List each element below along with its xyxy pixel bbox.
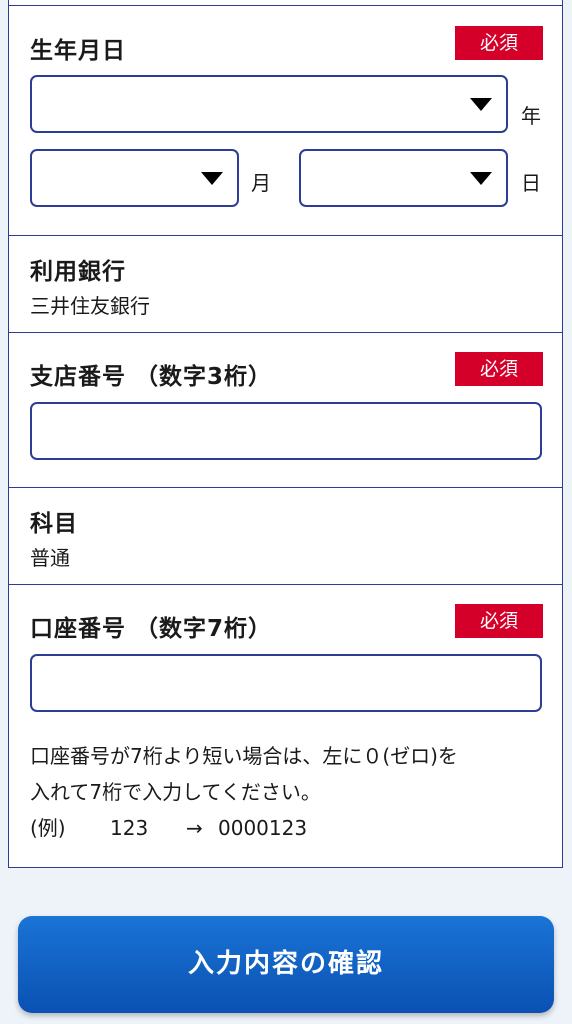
account-type-section: 科目 普通: [9, 487, 562, 584]
account-number-note-line1: 口座番号が7桁より短い場合は、左に０(ゼロ)を: [30, 744, 458, 768]
example-arrow: →: [186, 816, 203, 840]
birthdate-label: 生年月日: [30, 38, 126, 64]
birth-year-select[interactable]: [30, 75, 508, 133]
account-number-note-line2: 入れて7桁で入力してください。: [30, 780, 321, 804]
birth-day-select[interactable]: [299, 149, 508, 207]
day-unit-label: 日: [521, 171, 541, 195]
branch-section: 支店番号 （数字3桁） 必須: [9, 332, 562, 487]
bank-section: 利用銀行 三井住友銀行: [9, 235, 562, 332]
bank-value: 三井住友銀行: [30, 294, 150, 318]
chevron-down-icon: [470, 172, 492, 185]
birthdate-required-badge: 必須: [455, 26, 543, 60]
account-number-required-badge: 必須: [455, 604, 543, 638]
year-unit-label: 年: [521, 104, 541, 128]
branch-number-input[interactable]: [30, 402, 542, 460]
example-value: 123: [110, 816, 149, 840]
bank-account-form: 生年月日 必須 年 月 日 利用銀行 三井住友銀行 支店番号 （数字3桁） 必須…: [8, 0, 563, 868]
confirm-input-button[interactable]: 入力内容の確認: [18, 916, 554, 1013]
example-prefix: (例): [30, 816, 66, 840]
birth-month-select[interactable]: [30, 149, 239, 207]
birthdate-section: 生年月日 必須 年 月 日: [9, 7, 562, 235]
branch-required-badge: 必須: [455, 352, 543, 386]
top-divider: [9, 5, 562, 6]
chevron-down-icon: [470, 98, 492, 111]
branch-label: 支店番号 （数字3桁）: [30, 364, 273, 390]
account-type-label: 科目: [30, 511, 78, 537]
bank-label: 利用銀行: [30, 259, 126, 285]
account-number-section: 口座番号 （数字7桁） 必須 口座番号が7桁より短い場合は、左に０(ゼロ)を 入…: [9, 584, 562, 868]
account-number-label: 口座番号 （数字7桁）: [30, 616, 273, 642]
account-number-example: (例) 123 → 0000123: [30, 811, 430, 845]
chevron-down-icon: [201, 172, 223, 185]
example-result: 0000123: [218, 816, 308, 840]
account-type-value: 普通: [30, 546, 70, 570]
account-number-input[interactable]: [30, 654, 542, 712]
month-unit-label: 月: [251, 171, 271, 195]
